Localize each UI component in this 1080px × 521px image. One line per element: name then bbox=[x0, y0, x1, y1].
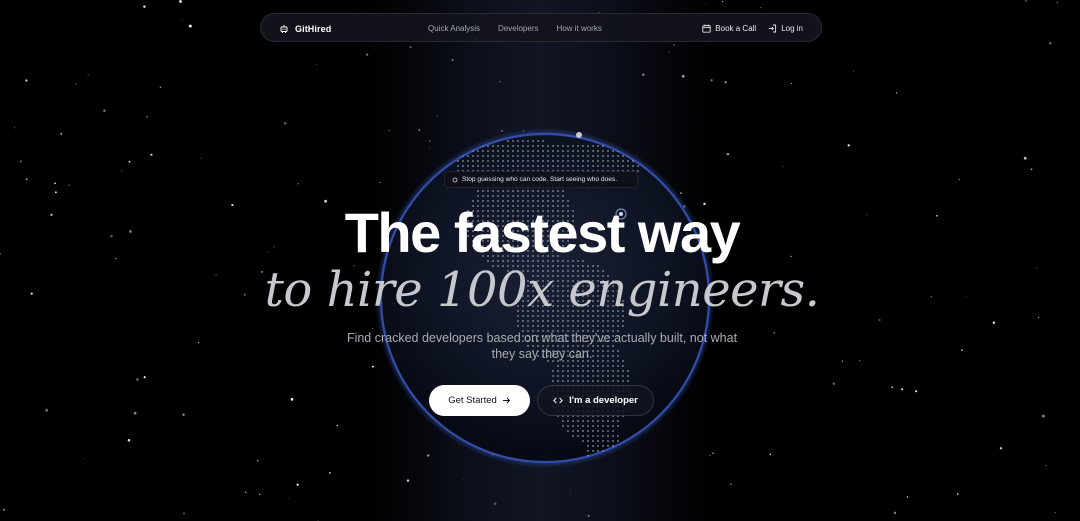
hero-subtitle: to hire 100x engineers. bbox=[264, 262, 820, 318]
hero-description: Find cracked developers based on what th… bbox=[346, 331, 738, 361]
robot-icon bbox=[279, 24, 289, 34]
top-navbar: GitHired Quick Analysis Developers How i… bbox=[260, 13, 822, 42]
brand[interactable]: GitHired bbox=[279, 14, 331, 43]
tagline-badge: Stop guessing who can code. Start seeing… bbox=[444, 171, 638, 188]
sparkle-icon bbox=[452, 177, 458, 183]
brand-name: GitHired bbox=[295, 23, 332, 34]
nav-link-developers[interactable]: Developers bbox=[498, 24, 538, 33]
get-started-button[interactable]: Get Started bbox=[429, 385, 530, 416]
login-label: Log in bbox=[781, 24, 803, 33]
book-call-label: Book a Call bbox=[715, 24, 757, 33]
nav-link-how-it-works[interactable]: How it works bbox=[557, 24, 602, 33]
code-icon bbox=[553, 396, 563, 405]
tagline-text: Stop guessing who can code. Start seeing… bbox=[462, 176, 618, 183]
arrow-right-icon bbox=[502, 396, 511, 405]
nav-actions: Book a Call Log in bbox=[702, 14, 803, 43]
nav-link-quick-analysis[interactable]: Quick Analysis bbox=[428, 24, 480, 33]
login-button[interactable]: Log in bbox=[768, 24, 803, 33]
book-call-button[interactable]: Book a Call bbox=[702, 24, 756, 33]
orbit-dot bbox=[576, 132, 582, 138]
developer-button[interactable]: I'm a developer bbox=[537, 385, 654, 416]
calendar-icon bbox=[702, 24, 711, 33]
login-icon bbox=[768, 24, 777, 33]
developer-label: I'm a developer bbox=[569, 395, 638, 406]
nav-links: Quick Analysis Developers How it works bbox=[428, 14, 602, 43]
hero-title: The fastest way bbox=[344, 201, 741, 264]
get-started-label: Get Started bbox=[448, 395, 497, 406]
